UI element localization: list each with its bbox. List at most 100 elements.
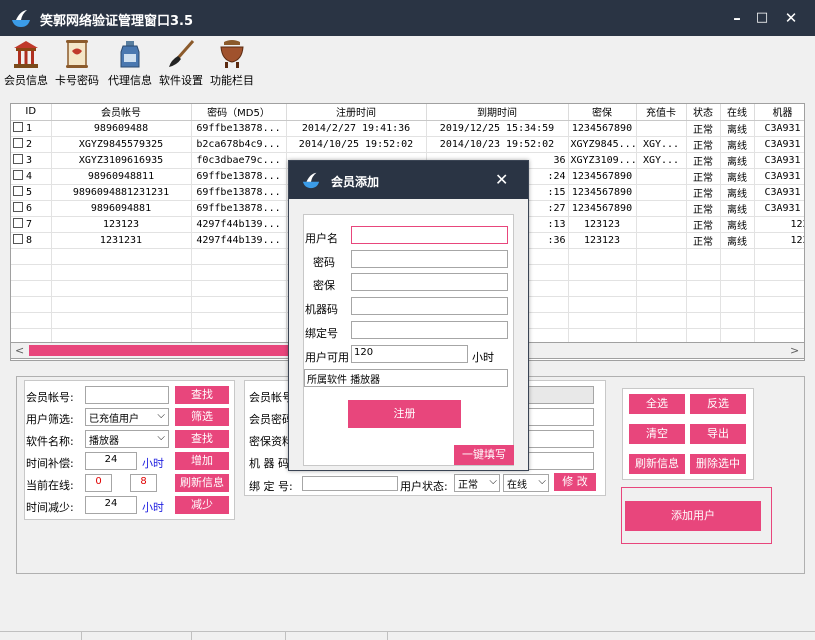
row-id[interactable]: 7 xyxy=(11,216,52,233)
close-button[interactable]: ✕ xyxy=(776,6,806,30)
edit-security-input[interactable] xyxy=(522,430,594,448)
col-id[interactable]: ID xyxy=(11,104,52,121)
row-id[interactable]: 2 xyxy=(11,136,52,153)
security-input[interactable] xyxy=(351,273,508,291)
dialog-title-bar[interactable]: 会员添加 ✕ xyxy=(289,161,528,199)
password-input[interactable] xyxy=(351,250,508,268)
username-input[interactable] xyxy=(351,226,508,244)
cell: C3A931 xyxy=(754,168,804,185)
software-row[interactable]: 所属软件 播放器 xyxy=(304,369,508,387)
bottle-icon xyxy=(120,41,140,68)
col-account[interactable]: 会员帐号 xyxy=(51,104,192,121)
cell: 123123 xyxy=(568,216,637,233)
cell: b2ca678b4c9... xyxy=(191,136,287,153)
edit-password-input[interactable] xyxy=(522,408,594,426)
time-comp-label: 时间补偿: xyxy=(26,457,74,470)
cell: 2019/12/25 15:34:59 xyxy=(426,120,569,137)
refresh-button[interactable]: 刷新信息 xyxy=(629,454,685,474)
export-button[interactable]: 导出 xyxy=(690,424,746,444)
row-id[interactable]: 5 xyxy=(11,184,52,201)
row-id[interactable]: 1 xyxy=(11,120,52,137)
cell: 离线 xyxy=(720,200,755,217)
toolbar-software-settings[interactable]: 软件设置 xyxy=(157,38,205,90)
invert-selection-button[interactable]: 反选 xyxy=(690,394,746,414)
row-checkbox[interactable] xyxy=(13,202,23,212)
account-search-input[interactable] xyxy=(85,386,169,404)
status-select[interactable]: 正常 ⌵ xyxy=(454,474,500,492)
col-expire-time[interactable]: 到期时间 xyxy=(426,104,569,121)
scroll-right-icon[interactable]: > xyxy=(790,344,799,357)
machine-code-input[interactable] xyxy=(351,297,508,315)
software-select[interactable]: 播放器 ⌵ xyxy=(85,430,169,448)
row-checkbox[interactable] xyxy=(13,122,23,132)
col-machine[interactable]: 机器 xyxy=(754,104,804,121)
cell: XGYZ3109616935 xyxy=(51,152,192,169)
row-id[interactable]: 4 xyxy=(11,168,52,185)
hours-input[interactable]: 120 xyxy=(351,345,468,363)
add-user-button[interactable]: 添加用户 xyxy=(625,501,761,531)
search-account-button[interactable]: 查找 xyxy=(175,386,229,404)
row-checkbox[interactable] xyxy=(13,218,23,228)
maximize-button[interactable]: □ xyxy=(747,6,777,30)
cell xyxy=(636,216,687,233)
col-password[interactable]: 密码（MD5） xyxy=(191,104,287,121)
edit-bind-label: 绑 定 号: xyxy=(249,480,293,493)
cell: 离线 xyxy=(720,216,755,233)
col-security[interactable]: 密保 xyxy=(568,104,637,121)
cell xyxy=(636,168,687,185)
row-id[interactable]: 8 xyxy=(11,232,52,249)
col-register-time[interactable]: 注册时间 xyxy=(286,104,427,121)
row-checkbox[interactable] xyxy=(13,234,23,244)
dialog-close-button[interactable]: ✕ xyxy=(495,170,508,189)
online-select[interactable]: 在线 ⌵ xyxy=(503,474,549,492)
toolbar-member-info[interactable]: 会员信息 xyxy=(2,38,50,90)
toolbar-card-password[interactable]: 卡号密码 xyxy=(52,38,102,90)
edit-account-input[interactable] xyxy=(522,386,594,404)
col-recharge-card[interactable]: 充值卡 xyxy=(636,104,687,121)
cell: 98960948811 xyxy=(51,168,192,185)
chevron-down-icon: ⌵ xyxy=(157,432,165,443)
software-label: 软件名称: xyxy=(26,435,74,448)
cell: 正常 xyxy=(686,136,721,153)
row-checkbox[interactable] xyxy=(13,186,23,196)
software-value: 播放器 xyxy=(350,375,381,386)
table-header: ID 会员帐号 密码（MD5） 注册时间 到期时间 密保 充值卡 状态 在线 机… xyxy=(11,104,804,121)
hours-unit: 小时 xyxy=(472,351,494,364)
edit-security-label: 密保资料 xyxy=(249,435,293,448)
bind-number-input[interactable] xyxy=(351,321,508,339)
toolbar-agent-info[interactable]: 代理信息 xyxy=(105,38,155,90)
chevron-down-icon: ⌵ xyxy=(157,410,165,421)
table-row[interactable]: 1 989609488 69ffbe13878... 2014/2/27 19:… xyxy=(11,120,804,137)
modify-button[interactable]: 修 改 xyxy=(554,473,596,491)
reduce-button[interactable]: 减少 xyxy=(175,496,229,514)
table-row[interactable]: 2 XGYZ9845579325 b2ca678b4c9... 2014/10/… xyxy=(11,136,804,153)
row-checkbox[interactable] xyxy=(13,154,23,164)
select-all-button[interactable]: 全选 xyxy=(629,394,685,414)
search-software-button[interactable]: 查找 xyxy=(175,430,229,448)
col-status[interactable]: 状态 xyxy=(686,104,721,121)
scroll-thumb[interactable] xyxy=(29,345,329,356)
col-online[interactable]: 在线 xyxy=(720,104,755,121)
user-filter-select[interactable]: 已充值用户 ⌵ xyxy=(85,408,169,426)
filter-button[interactable]: 筛选 xyxy=(175,408,229,426)
toolbar-function-menu[interactable]: 功能栏目 xyxy=(207,38,257,90)
increase-button[interactable]: 增加 xyxy=(175,452,229,470)
cell: 9896094881 xyxy=(51,200,192,217)
row-id[interactable]: 6 xyxy=(11,200,52,217)
scroll-left-icon[interactable]: < xyxy=(15,344,24,357)
cell: 正常 xyxy=(686,152,721,169)
refresh-info-button[interactable]: 刷新信息 xyxy=(175,474,229,492)
autofill-button[interactable]: 一键填写 xyxy=(454,445,514,465)
clear-button[interactable]: 清空 xyxy=(629,424,685,444)
cell xyxy=(636,232,687,249)
row-checkbox[interactable] xyxy=(13,170,23,180)
register-button[interactable]: 注册 xyxy=(348,400,461,428)
time-comp-input[interactable]: 24 xyxy=(85,452,137,470)
chevron-down-icon: ⌵ xyxy=(538,476,546,487)
row-checkbox[interactable] xyxy=(13,138,23,148)
row-id[interactable]: 3 xyxy=(11,152,52,169)
time-reduce-input[interactable]: 24 xyxy=(85,496,137,514)
edit-machine-input[interactable] xyxy=(522,452,594,470)
delete-selected-button[interactable]: 删除选中 xyxy=(690,454,746,474)
edit-bind-input[interactable] xyxy=(302,476,398,491)
